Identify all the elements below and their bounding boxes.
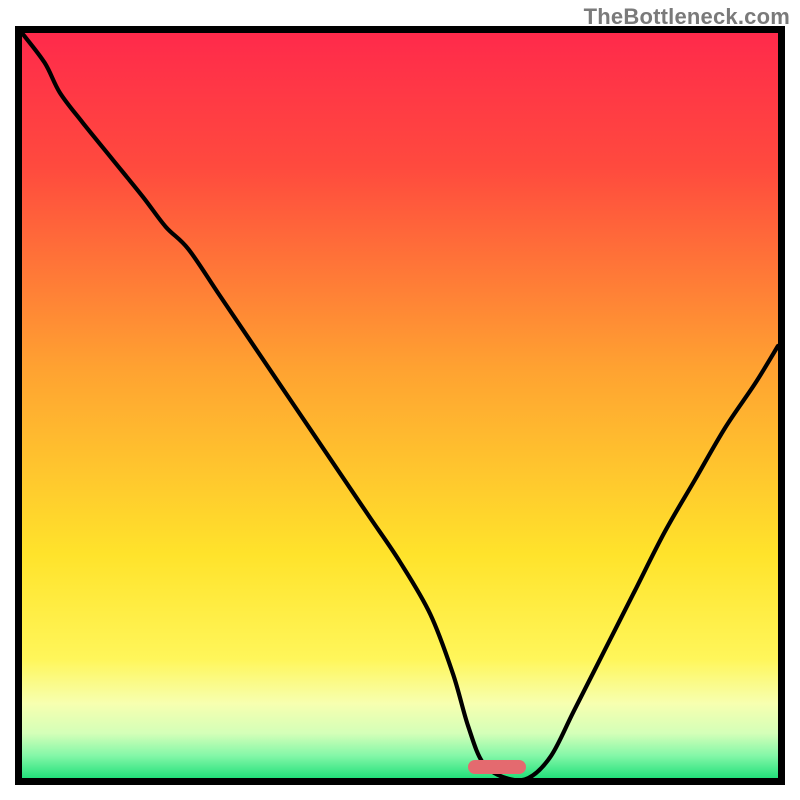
optimum-marker bbox=[468, 760, 526, 774]
bottleneck-curve bbox=[22, 33, 778, 778]
plot-area bbox=[22, 33, 778, 778]
chart-frame bbox=[15, 26, 785, 785]
